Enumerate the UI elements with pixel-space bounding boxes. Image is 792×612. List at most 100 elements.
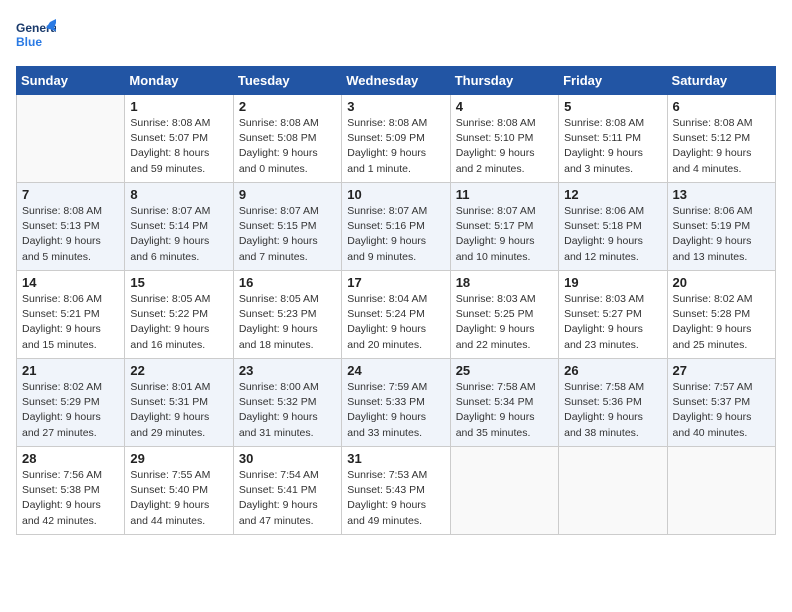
day-number: 11	[456, 187, 553, 202]
day-number: 20	[673, 275, 770, 290]
day-info: Sunrise: 8:02 AMSunset: 5:28 PMDaylight:…	[673, 292, 770, 353]
day-number: 24	[347, 363, 444, 378]
day-number: 7	[22, 187, 119, 202]
logo-svg: General Blue	[16, 16, 56, 58]
calendar-cell: 2Sunrise: 8:08 AMSunset: 5:08 PMDaylight…	[233, 95, 341, 183]
day-info: Sunrise: 7:57 AMSunset: 5:37 PMDaylight:…	[673, 380, 770, 441]
calendar-cell	[17, 95, 125, 183]
day-info: Sunrise: 8:00 AMSunset: 5:32 PMDaylight:…	[239, 380, 336, 441]
day-number: 5	[564, 99, 661, 114]
day-number: 15	[130, 275, 227, 290]
day-info: Sunrise: 7:58 AMSunset: 5:34 PMDaylight:…	[456, 380, 553, 441]
calendar-cell: 1Sunrise: 8:08 AMSunset: 5:07 PMDaylight…	[125, 95, 233, 183]
day-info: Sunrise: 8:07 AMSunset: 5:14 PMDaylight:…	[130, 204, 227, 265]
calendar-cell: 11 Sunrise: 8:07 AMSunset: 5:17 PMDayligh…	[450, 183, 558, 271]
svg-text:Blue: Blue	[16, 35, 42, 49]
calendar-cell: 24 Sunrise: 7:59 AMSunset: 5:33 PMDayligh…	[342, 359, 450, 447]
day-info: Sunrise: 7:53 AMSunset: 5:43 PMDaylight:…	[347, 468, 444, 529]
calendar-cell: 23 Sunrise: 8:00 AMSunset: 5:32 PMDayligh…	[233, 359, 341, 447]
day-info: Sunrise: 7:55 AMSunset: 5:40 PMDaylight:…	[130, 468, 227, 529]
calendar-cell: 29 Sunrise: 7:55 AMSunset: 5:40 PMDayligh…	[125, 447, 233, 535]
day-info: Sunrise: 8:06 AMSunset: 5:19 PMDaylight:…	[673, 204, 770, 265]
day-number: 29	[130, 451, 227, 466]
day-number: 28	[22, 451, 119, 466]
calendar-cell: 10 Sunrise: 8:07 AMSunset: 5:16 PMDayligh…	[342, 183, 450, 271]
day-info: Sunrise: 7:56 AMSunset: 5:38 PMDaylight:…	[22, 468, 119, 529]
day-number: 30	[239, 451, 336, 466]
day-info: Sunrise: 8:08 AMSunset: 5:07 PMDaylight:…	[130, 116, 227, 177]
day-info: Sunrise: 8:08 AMSunset: 5:12 PMDaylight:…	[673, 116, 770, 177]
day-info: Sunrise: 8:03 AMSunset: 5:27 PMDaylight:…	[564, 292, 661, 353]
day-number: 17	[347, 275, 444, 290]
day-number: 2	[239, 99, 336, 114]
calendar-cell: 28 Sunrise: 7:56 AMSunset: 5:38 PMDayligh…	[17, 447, 125, 535]
calendar-week-5: 28 Sunrise: 7:56 AMSunset: 5:38 PMDayligh…	[17, 447, 776, 535]
calendar-cell: 13 Sunrise: 8:06 AMSunset: 5:19 PMDayligh…	[667, 183, 775, 271]
calendar-cell: 4Sunrise: 8:08 AMSunset: 5:10 PMDaylight…	[450, 95, 558, 183]
calendar-cell: 6Sunrise: 8:08 AMSunset: 5:12 PMDaylight…	[667, 95, 775, 183]
day-number: 19	[564, 275, 661, 290]
day-number: 23	[239, 363, 336, 378]
header-tuesday: Tuesday	[233, 67, 341, 95]
day-number: 26	[564, 363, 661, 378]
calendar-cell: 26Sunrise: 7:58 AMSunset: 5:36 PMDayligh…	[559, 359, 667, 447]
day-number: 25	[456, 363, 553, 378]
calendar-cell: 21Sunrise: 8:02 AMSunset: 5:29 PMDayligh…	[17, 359, 125, 447]
day-info: Sunrise: 8:04 AMSunset: 5:24 PMDaylight:…	[347, 292, 444, 353]
calendar-cell	[450, 447, 558, 535]
header-thursday: Thursday	[450, 67, 558, 95]
day-info: Sunrise: 8:08 AMSunset: 5:13 PMDaylight:…	[22, 204, 119, 265]
calendar-table: SundayMondayTuesdayWednesdayThursdayFrid…	[16, 66, 776, 535]
day-info: Sunrise: 8:03 AMSunset: 5:25 PMDaylight:…	[456, 292, 553, 353]
calendar-cell: 8 Sunrise: 8:07 AMSunset: 5:14 PMDaylight…	[125, 183, 233, 271]
day-number: 9	[239, 187, 336, 202]
calendar-cell: 18 Sunrise: 8:03 AMSunset: 5:25 PMDayligh…	[450, 271, 558, 359]
day-number: 31	[347, 451, 444, 466]
day-info: Sunrise: 8:07 AMSunset: 5:16 PMDaylight:…	[347, 204, 444, 265]
header-monday: Monday	[125, 67, 233, 95]
calendar-cell	[667, 447, 775, 535]
calendar-cell: 27 Sunrise: 7:57 AMSunset: 5:37 PMDayligh…	[667, 359, 775, 447]
calendar-cell: 19 Sunrise: 8:03 AMSunset: 5:27 PMDayligh…	[559, 271, 667, 359]
calendar-cell: 17 Sunrise: 8:04 AMSunset: 5:24 PMDayligh…	[342, 271, 450, 359]
logo-graphic: General Blue	[16, 16, 56, 58]
calendar-cell: 20 Sunrise: 8:02 AMSunset: 5:28 PMDayligh…	[667, 271, 775, 359]
calendar-cell: 12Sunrise: 8:06 AMSunset: 5:18 PMDayligh…	[559, 183, 667, 271]
page-header: General Blue	[16, 16, 776, 58]
day-info: Sunrise: 8:06 AMSunset: 5:21 PMDaylight:…	[22, 292, 119, 353]
day-number: 8	[130, 187, 227, 202]
calendar-cell: 25 Sunrise: 7:58 AMSunset: 5:34 PMDayligh…	[450, 359, 558, 447]
calendar-cell: 22Sunrise: 8:01 AMSunset: 5:31 PMDayligh…	[125, 359, 233, 447]
day-number: 18	[456, 275, 553, 290]
header-friday: Friday	[559, 67, 667, 95]
day-number: 3	[347, 99, 444, 114]
day-info: Sunrise: 8:01 AMSunset: 5:31 PMDaylight:…	[130, 380, 227, 441]
day-info: Sunrise: 8:05 AMSunset: 5:23 PMDaylight:…	[239, 292, 336, 353]
calendar-cell: 15Sunrise: 8:05 AMSunset: 5:22 PMDayligh…	[125, 271, 233, 359]
logo: General Blue	[16, 16, 56, 58]
calendar-cell	[559, 447, 667, 535]
calendar-week-2: 7 Sunrise: 8:08 AMSunset: 5:13 PMDaylight…	[17, 183, 776, 271]
calendar-cell: 14 Sunrise: 8:06 AMSunset: 5:21 PMDayligh…	[17, 271, 125, 359]
day-info: Sunrise: 7:54 AMSunset: 5:41 PMDaylight:…	[239, 468, 336, 529]
day-number: 10	[347, 187, 444, 202]
calendar-cell: 3 Sunrise: 8:08 AMSunset: 5:09 PMDaylight…	[342, 95, 450, 183]
day-info: Sunrise: 8:08 AMSunset: 5:09 PMDaylight:…	[347, 116, 444, 177]
calendar-week-3: 14 Sunrise: 8:06 AMSunset: 5:21 PMDayligh…	[17, 271, 776, 359]
day-info: Sunrise: 8:08 AMSunset: 5:11 PMDaylight:…	[564, 116, 661, 177]
calendar-cell: 31 Sunrise: 7:53 AMSunset: 5:43 PMDayligh…	[342, 447, 450, 535]
day-info: Sunrise: 8:07 AMSunset: 5:17 PMDaylight:…	[456, 204, 553, 265]
header-wednesday: Wednesday	[342, 67, 450, 95]
calendar-week-1: 1Sunrise: 8:08 AMSunset: 5:07 PMDaylight…	[17, 95, 776, 183]
day-number: 14	[22, 275, 119, 290]
calendar-cell: 7 Sunrise: 8:08 AMSunset: 5:13 PMDaylight…	[17, 183, 125, 271]
calendar-cell: 30 Sunrise: 7:54 AMSunset: 5:41 PMDayligh…	[233, 447, 341, 535]
day-info: Sunrise: 7:59 AMSunset: 5:33 PMDaylight:…	[347, 380, 444, 441]
day-number: 27	[673, 363, 770, 378]
day-number: 16	[239, 275, 336, 290]
day-number: 13	[673, 187, 770, 202]
day-number: 21	[22, 363, 119, 378]
calendar-body: 1Sunrise: 8:08 AMSunset: 5:07 PMDaylight…	[17, 95, 776, 535]
calendar-cell: 9Sunrise: 8:07 AMSunset: 5:15 PMDaylight…	[233, 183, 341, 271]
header-sunday: Sunday	[17, 67, 125, 95]
